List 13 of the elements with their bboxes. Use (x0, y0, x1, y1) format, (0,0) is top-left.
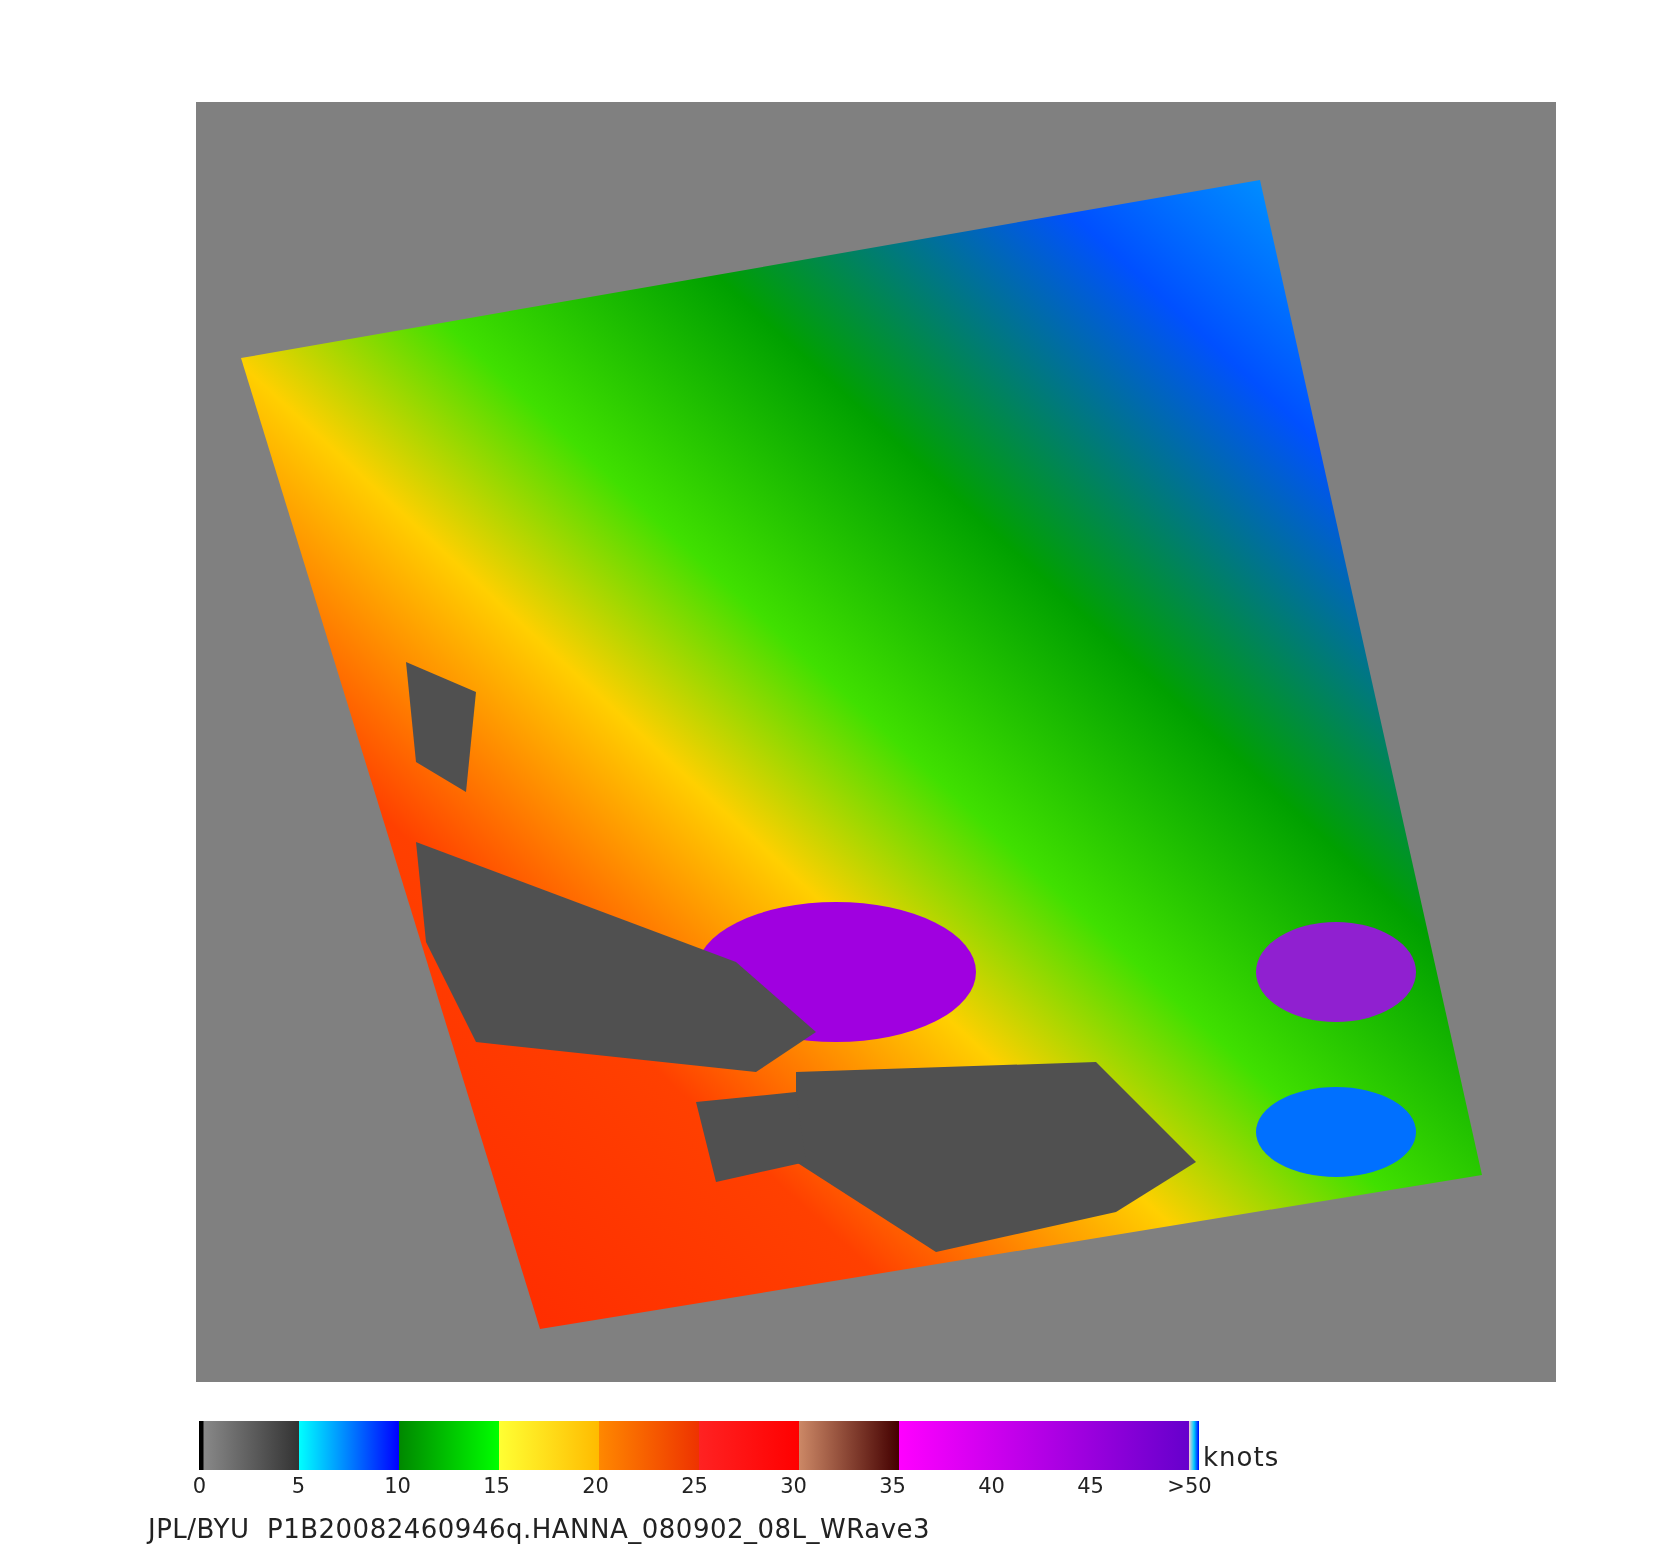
tick-label: 5 (290, 1474, 307, 1498)
tick-label: 10 (383, 1474, 412, 1498)
tick-label: >50 (1166, 1474, 1213, 1498)
tick-label: 35 (878, 1474, 907, 1498)
caption-text: JPL/BYU P1B20082460946q.HANNA_080902_08L_WRave3 (148, 1514, 932, 1544)
unit-label: knots (1203, 1444, 1280, 1470)
tick-label: 40 (977, 1474, 1006, 1498)
tick-label: 20 (581, 1474, 610, 1498)
tick-label: 0 (191, 1474, 208, 1498)
tick-label: 15 (482, 1474, 511, 1498)
tick-label: 30 (779, 1474, 808, 1498)
tick-label: 45 (1076, 1474, 1105, 1498)
tick-label: 25 (680, 1474, 709, 1498)
